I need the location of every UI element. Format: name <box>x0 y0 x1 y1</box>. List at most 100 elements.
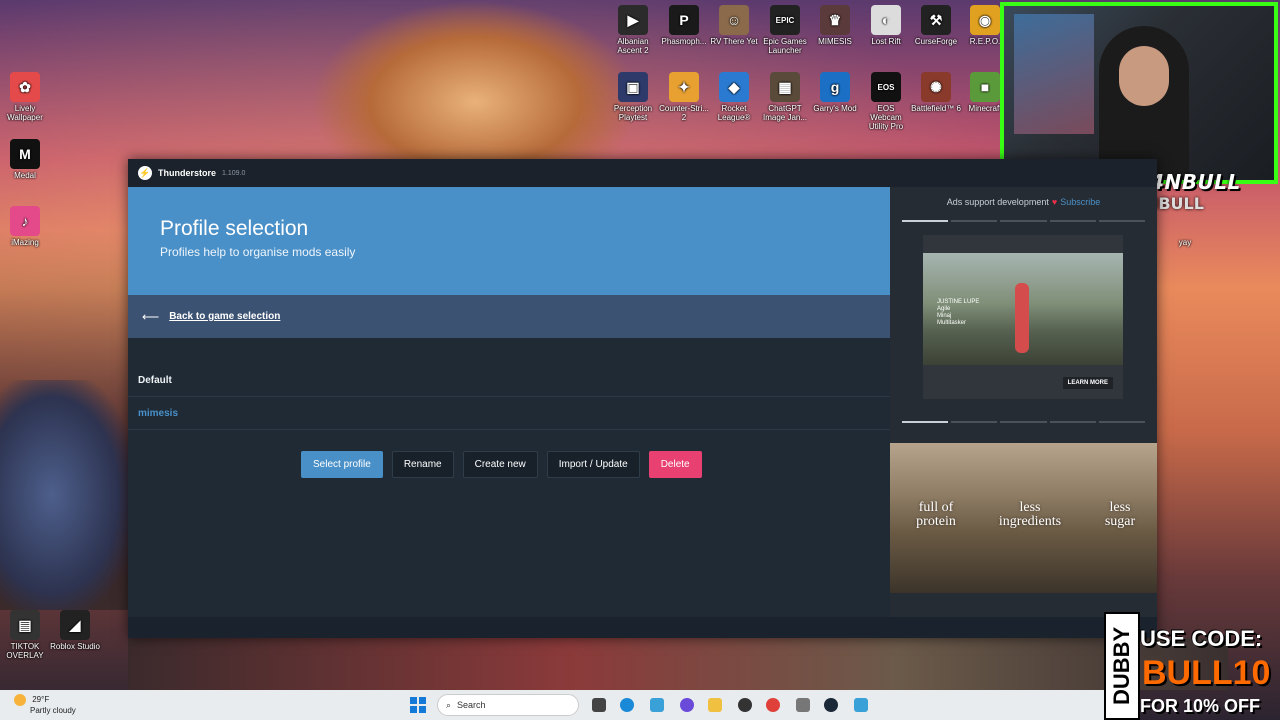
video-ad[interactable]: JUSTINE LUPE Agile Minaj Multitasker LEARN … <box>923 235 1123 399</box>
desktop-icon[interactable]: ◢ Roblox Studio <box>50 610 100 651</box>
app-icon: M <box>10 139 40 169</box>
desktop-icon-label: Garry's Mod <box>813 104 857 113</box>
weather-widget[interactable]: 29°F Partly cloudy <box>14 694 76 716</box>
windows-start-icon[interactable] <box>410 697 426 713</box>
ad-word-2: less ingredients <box>998 500 1062 529</box>
back-to-game-selection-link[interactable]: Back to game selection <box>169 311 280 322</box>
desktop-icon[interactable]: ☺ RV There Yet <box>709 5 759 46</box>
wallpaper-figure <box>310 0 640 170</box>
desktop-icon[interactable]: ▣ Perception Playtest <box>608 72 658 122</box>
webcam-overlay <box>1000 2 1278 184</box>
desktop-icon[interactable]: P Phasmoph... <box>659 5 709 46</box>
desktop-icon[interactable]: ✦ Counter-Stri... 2 <box>659 72 709 122</box>
desktop-icon-label: EOS Webcam Utility Pro <box>868 104 904 131</box>
delete-button[interactable]: Delete <box>648 451 702 478</box>
profile-item-mimesis[interactable]: mimesis <box>128 397 890 430</box>
wallpaper-bottom <box>128 638 1228 690</box>
desktop-icon[interactable]: ▶ Albanian Ascent 2 <box>608 5 658 55</box>
desktop-icon-label: Rocket League® <box>717 104 751 122</box>
promo-brand: DUBBY <box>1104 612 1140 720</box>
chrome-icon[interactable] <box>766 698 780 712</box>
app-icon: ◢ <box>60 610 90 640</box>
file-explorer-icon[interactable] <box>708 698 722 712</box>
search-icon: ⌕ <box>446 699 452 710</box>
desktop-icon-label: Counter-Stri... 2 <box>659 104 709 122</box>
desktop-icon[interactable]: EPIC Epic Games Launcher <box>760 5 810 55</box>
select-profile-button[interactable]: Select profile <box>301 451 383 478</box>
steam-icon[interactable] <box>824 698 838 712</box>
desktop-icon[interactable]: ⚒ CurseForge <box>911 5 961 46</box>
rename-button[interactable]: Rename <box>391 451 454 478</box>
video-ad-caption: JUSTINE LUPE Agile Minaj Multitasker <box>937 299 980 326</box>
desktop-icon[interactable]: ♪ iMazing <box>0 206 50 247</box>
desktop-icon[interactable]: ◐ Lost Rift <box>861 5 911 46</box>
import-update-button[interactable]: Import / Update <box>546 451 640 478</box>
learn-more-button[interactable]: LEARN MORE <box>1062 377 1113 389</box>
app-icon: ▣ <box>618 72 648 102</box>
taskbar-search[interactable]: ⌕ Search <box>437 694 579 716</box>
app-icon: EPIC <box>770 5 800 35</box>
app-icon: ♪ <box>10 206 40 236</box>
arrow-left-icon[interactable]: ⟵ <box>142 310 159 324</box>
search-placeholder: Search <box>457 700 486 710</box>
obs-icon[interactable] <box>738 698 752 712</box>
desktop-icon[interactable]: ◆ Rocket League® <box>709 72 759 122</box>
video-ad-frame: JUSTINE LUPE Agile Minaj Multitasker <box>923 253 1123 365</box>
task-view-icon[interactable] <box>592 698 606 712</box>
app-icon: ⚒ <box>921 5 951 35</box>
app-icon: ✿ <box>10 72 40 102</box>
thunderstore-taskbar-icon-2[interactable] <box>854 698 868 712</box>
profile-actions: Select profile Rename Create new Import … <box>301 451 702 478</box>
profile-item-default[interactable]: Default <box>128 364 890 397</box>
promo-overlay: DUBBY USE CODE: BULL10 FOR 10% OFF <box>1104 612 1280 720</box>
desktop-label-text: yay <box>1178 238 1192 247</box>
profile-list: Default mimesis <box>128 364 890 430</box>
thunderstore-taskbar-icon[interactable] <box>650 698 664 712</box>
desktop-icon[interactable]: ♛ MIMESIS <box>810 5 860 46</box>
thunderstore-window: ⚡ Thunderstore 1.109.0 Profile selection… <box>128 159 1157 638</box>
desktop-label-yay[interactable]: yay <box>1160 238 1210 247</box>
desktop-icon-label: Phasmoph... <box>661 37 707 46</box>
app-icon: ▤ <box>10 610 40 640</box>
desktop-icon-label: Albanian Ascent 2 <box>617 37 649 55</box>
desktop-icon-label: iMazing <box>11 238 39 247</box>
discord-icon[interactable] <box>680 698 694 712</box>
app-icon: ✺ <box>921 72 951 102</box>
profile-name: mimesis <box>138 407 179 419</box>
desktop-icon-label: MIMESIS <box>818 37 852 46</box>
desktop-icon-label: Epic Games Launcher <box>763 37 807 55</box>
video-ad-figure <box>1015 283 1029 353</box>
desktop-icon-label: RV There Yet <box>710 37 758 46</box>
ad-carousel-indicator-2 <box>902 421 1146 423</box>
desktop-icon[interactable]: ▤ TIKTOK OVERLAY <box>0 610 50 660</box>
app-icon: ☺ <box>719 5 749 35</box>
hero-banner: Profile selection Profiles help to organ… <box>128 187 890 295</box>
desktop-icon[interactable]: ✿ Lively Wallpaper <box>0 72 50 122</box>
desktop-icon-label: ChatGPT Image Jan... <box>762 104 808 122</box>
app-icon: ◆ <box>719 72 749 102</box>
desktop-icon[interactable]: ▦ ChatGPT Image Jan... <box>760 72 810 122</box>
desktop-icon-label: Battlefield™ 6 <box>911 104 961 113</box>
desktop-icon[interactable]: EOS EOS Webcam Utility Pro <box>861 72 911 131</box>
settings-gear-icon[interactable] <box>796 698 810 712</box>
app-icon: ◐ <box>871 5 901 35</box>
banner-ad[interactable]: full of protein less ingredients less su… <box>890 443 1157 593</box>
subscribe-link[interactable]: Subscribe <box>1060 197 1100 207</box>
edge-icon[interactable] <box>620 698 634 712</box>
desktop-icon[interactable]: ✺ Battlefield™ 6 <box>911 72 961 113</box>
desktop-icon[interactable]: g Garry's Mod <box>810 72 860 113</box>
desktop-icon-label: TIKTOK OVERLAY <box>6 642 44 660</box>
title-bar[interactable]: ⚡ Thunderstore 1.109.0 <box>128 159 1157 187</box>
weather-condition: Partly cloudy <box>30 706 76 715</box>
desktop-icon[interactable]: M Medal <box>0 139 50 180</box>
create-new-button[interactable]: Create new <box>462 451 538 478</box>
heart-icon: ♥ <box>1051 197 1058 207</box>
app-icon: ▦ <box>770 72 800 102</box>
promo-line-1: USE CODE: <box>1140 626 1263 651</box>
status-bar <box>128 617 1157 638</box>
profile-selection-panel: Profile selection Profiles help to organ… <box>128 187 890 617</box>
back-bar: ⟵ Back to game selection <box>128 295 890 338</box>
desktop-icon-label: CurseForge <box>914 37 958 46</box>
promo-code: BULL10 <box>1142 654 1271 692</box>
page-subtitle: Profiles help to organise mods easily <box>160 245 356 259</box>
